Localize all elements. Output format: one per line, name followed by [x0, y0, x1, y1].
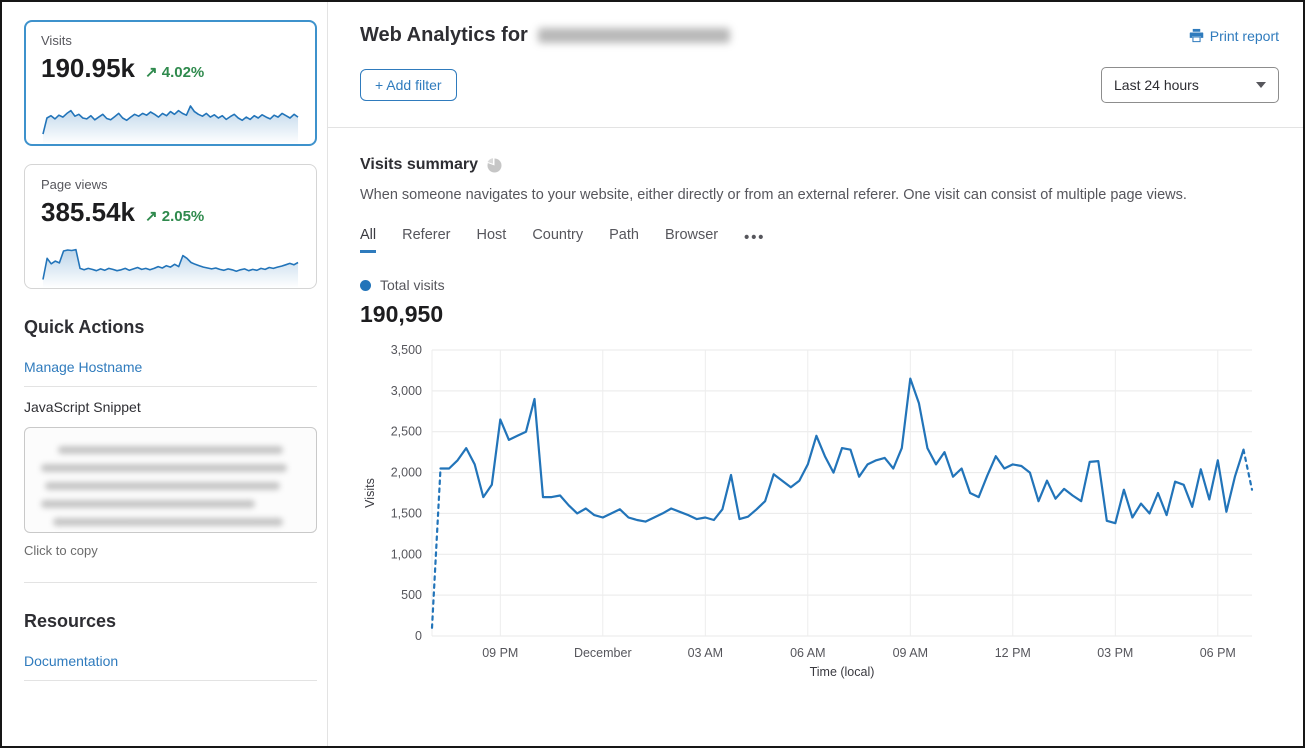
- summary-tabs: All Referer Host Country Path Browser ••…: [360, 227, 1279, 253]
- redacted-code-line: [53, 518, 283, 526]
- manage-hostname-link[interactable]: Manage Hostname: [24, 348, 317, 386]
- sidebar-divider: [24, 680, 317, 681]
- click-to-copy-hint: Click to copy: [24, 543, 317, 558]
- visits-sparkline-chart: [41, 90, 300, 144]
- pie-chart-help-icon[interactable]: [486, 157, 502, 173]
- pageviews-card-delta-value: 2.05%: [162, 208, 205, 225]
- tab-browser[interactable]: Browser: [665, 227, 718, 253]
- svg-text:06 AM: 06 AM: [790, 646, 825, 660]
- svg-text:03 AM: 03 AM: [688, 646, 723, 660]
- trend-up-icon: ↗: [145, 64, 158, 81]
- visits-summary-title: Visits summary: [360, 156, 478, 174]
- main-content: Web Analytics for Print report + Add fil…: [328, 2, 1303, 746]
- pageviews-stat-card[interactable]: Page views 385.54k ↗ 2.05%: [24, 164, 317, 289]
- svg-text:12 PM: 12 PM: [995, 646, 1031, 660]
- legend-label: Total visits: [380, 277, 445, 293]
- time-range-value: Last 24 hours: [1114, 77, 1199, 93]
- svg-text:3,000: 3,000: [391, 384, 422, 398]
- sidebar: Visits 190.95k ↗ 4.02% Page views 385.54…: [2, 2, 328, 746]
- tab-referer[interactable]: Referer: [402, 227, 450, 253]
- svg-text:2,500: 2,500: [391, 425, 422, 439]
- resources-heading: Resources: [24, 611, 317, 632]
- printer-icon: [1189, 28, 1204, 43]
- chart-line-dashed-head: [432, 469, 441, 628]
- visits-card-label: Visits: [41, 33, 300, 48]
- svg-text:December: December: [574, 646, 632, 660]
- visits-card-delta: ↗ 4.02%: [145, 63, 204, 81]
- svg-text:2,000: 2,000: [391, 466, 422, 480]
- svg-text:1,500: 1,500: [391, 506, 422, 520]
- chevron-down-icon: [1256, 82, 1266, 88]
- chart-container: 0 500 1,000 1,500 2,000 2,500 3,000 3,500 09 PM D…: [360, 336, 1279, 688]
- chart-gridlines: [432, 350, 1252, 636]
- visits-summary-description: When someone navigates to your website, …: [360, 187, 1279, 203]
- visits-stat-card[interactable]: Visits 190.95k ↗ 4.02%: [24, 20, 317, 146]
- pageviews-card-delta: ↗ 2.05%: [145, 207, 204, 225]
- visits-card-value: 190.95k: [41, 53, 135, 84]
- svg-text:Visits: Visits: [363, 478, 377, 508]
- more-tabs-ellipsis-icon[interactable]: •••: [744, 230, 765, 253]
- add-filter-button[interactable]: + Add filter: [360, 69, 457, 101]
- javascript-snippet-box[interactable]: [24, 427, 317, 533]
- header-divider: [328, 127, 1303, 128]
- pageviews-card-label: Page views: [41, 177, 300, 192]
- time-range-dropdown[interactable]: Last 24 hours: [1101, 67, 1279, 103]
- tab-all[interactable]: All: [360, 227, 376, 253]
- svg-text:3,500: 3,500: [391, 343, 422, 357]
- svg-text:0: 0: [415, 629, 422, 643]
- chart-legend: Total visits: [360, 277, 1279, 293]
- quick-actions-heading: Quick Actions: [24, 317, 317, 338]
- print-report-label: Print report: [1210, 28, 1279, 44]
- page-title-text: Web Analytics for: [360, 24, 528, 47]
- total-visits-value: 190,950: [360, 301, 1279, 328]
- controls-row: + Add filter Last 24 hours: [360, 67, 1279, 103]
- page-title: Web Analytics for: [360, 24, 730, 47]
- print-report-link[interactable]: Print report: [1189, 28, 1279, 44]
- tab-country[interactable]: Country: [532, 227, 583, 253]
- page-layout: Visits 190.95k ↗ 4.02% Page views 385.54…: [2, 2, 1303, 746]
- legend-dot-icon: [360, 280, 371, 291]
- sidebar-divider: [24, 582, 317, 583]
- pageviews-sparkline-chart: [41, 234, 300, 288]
- redacted-code-line: [41, 464, 287, 472]
- trend-up-icon: ↗: [145, 208, 158, 225]
- svg-text:03 PM: 03 PM: [1097, 646, 1133, 660]
- redacted-code-line: [45, 482, 280, 490]
- redacted-code-line: [41, 500, 255, 508]
- tab-host[interactable]: Host: [476, 227, 506, 253]
- svg-text:06 PM: 06 PM: [1200, 646, 1236, 660]
- visits-card-delta-value: 4.02%: [162, 64, 205, 81]
- svg-text:09 AM: 09 AM: [893, 646, 928, 660]
- chart-line-dashed-tail: [1244, 450, 1253, 490]
- svg-text:500: 500: [401, 588, 422, 602]
- chart-line-total-visits: [441, 379, 1244, 524]
- redacted-domain: [538, 28, 730, 43]
- svg-text:1,000: 1,000: [391, 547, 422, 561]
- svg-text:09 PM: 09 PM: [482, 646, 518, 660]
- documentation-link[interactable]: Documentation: [24, 642, 317, 680]
- main-header: Web Analytics for Print report: [360, 24, 1279, 47]
- javascript-snippet-label: JavaScript Snippet: [24, 387, 317, 427]
- tab-path[interactable]: Path: [609, 227, 639, 253]
- pageviews-card-value-row: 385.54k ↗ 2.05%: [41, 197, 300, 228]
- pageviews-card-value: 385.54k: [41, 197, 135, 228]
- visits-card-value-row: 190.95k ↗ 4.02%: [41, 53, 300, 84]
- redacted-code-line: [58, 446, 282, 454]
- visits-summary-header: Visits summary: [360, 156, 1279, 174]
- svg-text:Time (local): Time (local): [810, 665, 875, 679]
- visits-chart[interactable]: 0 500 1,000 1,500 2,000 2,500 3,000 3,500 09 PM D…: [360, 336, 1278, 688]
